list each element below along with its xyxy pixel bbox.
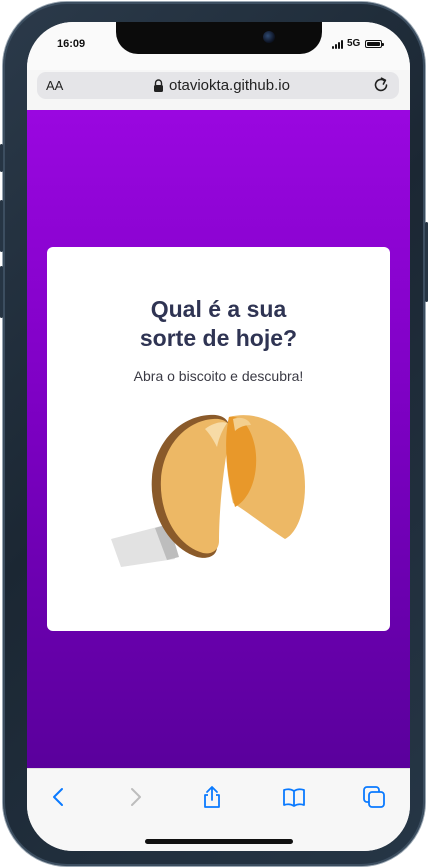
address-bar: AA otaviokta.github.io bbox=[27, 70, 410, 110]
volume-down-button bbox=[0, 266, 3, 318]
notch bbox=[116, 22, 322, 54]
url-field[interactable]: AA otaviokta.github.io bbox=[37, 72, 399, 99]
page-title: Qual é a sua sorte de hoje? bbox=[47, 295, 390, 353]
screen: 16:09 5G AA otaviokta.github.io Qual é a… bbox=[27, 22, 410, 851]
network-label: 5G bbox=[347, 38, 361, 49]
text-size-button[interactable]: AA bbox=[46, 78, 63, 93]
camera-icon bbox=[263, 31, 275, 43]
volume-up-button bbox=[0, 200, 3, 252]
fortune-card: Qual é a sua sorte de hoje? Abra o bisco… bbox=[47, 247, 390, 631]
page-subtitle: Abra o biscoito e descubra! bbox=[133, 368, 304, 384]
browser-toolbar bbox=[27, 768, 410, 851]
title-line-1: Qual é a sua bbox=[150, 296, 287, 322]
reload-icon[interactable] bbox=[371, 75, 391, 95]
page-content: Qual é a sua sorte de hoje? Abra o bisco… bbox=[27, 110, 410, 768]
tabs-icon[interactable] bbox=[362, 785, 386, 809]
url-text: otaviokta.github.io bbox=[169, 77, 290, 94]
phone-frame: 16:09 5G AA otaviokta.github.io Qual é a… bbox=[0, 2, 428, 866]
bookmarks-icon[interactable] bbox=[282, 785, 306, 809]
power-button bbox=[425, 222, 428, 302]
text-size-label: AA bbox=[46, 78, 64, 93]
back-icon[interactable] bbox=[47, 785, 71, 809]
status-time: 16:09 bbox=[57, 38, 86, 50]
lock-icon bbox=[154, 79, 163, 92]
home-indicator bbox=[145, 839, 293, 844]
signal-icon bbox=[332, 40, 343, 49]
forward-icon[interactable] bbox=[123, 785, 147, 809]
share-icon[interactable] bbox=[200, 785, 224, 809]
battery-icon bbox=[365, 40, 384, 48]
fortune-cookie-icon[interactable] bbox=[109, 407, 319, 567]
mute-switch bbox=[0, 144, 3, 172]
title-line-2: sorte de hoje? bbox=[139, 325, 298, 351]
